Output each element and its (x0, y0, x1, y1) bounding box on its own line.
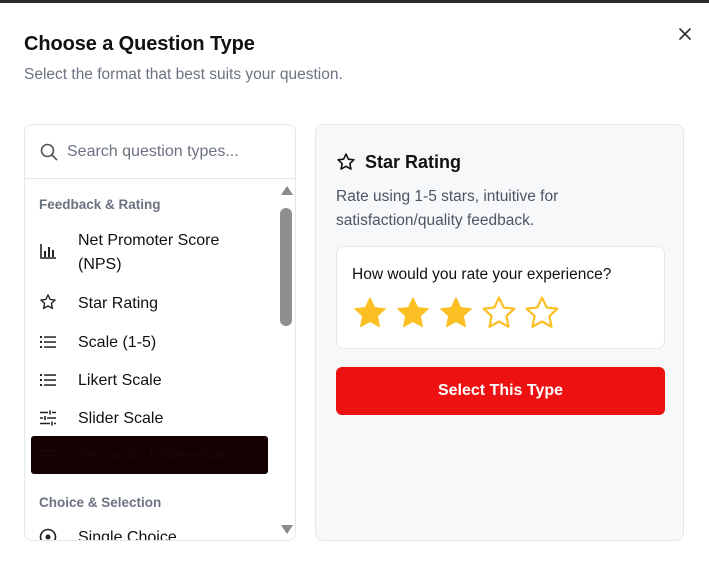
star-outline-icon (40, 294, 56, 310)
list-scrollbar[interactable] (277, 180, 295, 540)
dialog-subtitle: Select the format that best suits your q… (24, 66, 343, 83)
star-filled-icon[interactable] (437, 294, 475, 332)
list-item-nps[interactable]: Net Promoter Score (NPS) (31, 227, 268, 277)
category-heading-choice: Choice & Selection (39, 495, 162, 510)
star-empty-icon[interactable] (480, 294, 518, 332)
close-button[interactable] (676, 25, 694, 43)
star-filled-icon[interactable] (394, 294, 432, 332)
list-item-label: Net Promoter Score (78, 232, 220, 249)
preview-description: Rate using 1-5 stars, intuitive for sati… (336, 188, 559, 229)
category-heading-feedback: Feedback & Rating (39, 197, 161, 212)
list-item-scale[interactable]: Scale (1-5) (31, 329, 268, 357)
list-item-label: Star Rating (78, 295, 159, 312)
list-item-label: Likert Scale (78, 372, 162, 389)
select-type-button[interactable]: Select This Type (336, 367, 665, 415)
scroll-down-arrow-icon[interactable] (281, 525, 293, 534)
search-bar (25, 125, 295, 179)
star-outline-icon (337, 153, 355, 170)
search-input[interactable] (67, 139, 282, 165)
list-icon (40, 449, 56, 456)
dialog-title: Choose a Question Type (24, 33, 255, 55)
list-item-label: (NPS) (78, 256, 122, 273)
list-item-label: Slider Scale (78, 410, 164, 427)
list-item-label: Single Choice (78, 529, 177, 541)
list-item-star-rating[interactable]: Star Rating (31, 290, 268, 318)
scroll-thumb[interactable] (280, 208, 292, 326)
scroll-up-arrow-icon[interactable] (281, 186, 293, 195)
question-type-list: Feedback & Rating Net Promoter Score (NP… (25, 180, 295, 541)
list-item-label: Scale (1-5) (78, 334, 157, 351)
close-icon (679, 28, 691, 40)
list-icon (40, 336, 56, 348)
preview-title: Star Rating (365, 152, 462, 172)
list-item-likert[interactable]: Likert Scale (31, 367, 268, 395)
list-item-slider[interactable]: Slider Scale (31, 405, 268, 433)
sliders-icon (40, 410, 56, 426)
radio-icon (39, 528, 57, 540)
list-item-label: Semantic Differential (78, 447, 226, 464)
question-type-list-panel: Feedback & Rating Net Promoter Score (NP… (24, 124, 296, 541)
question-type-preview-panel: Star Rating Rate using 1-5 stars, intuit… (315, 124, 684, 541)
bar-chart-icon (40, 244, 56, 259)
star-filled-icon[interactable] (351, 294, 389, 332)
preview-question-text: How would you rate your experience? (352, 266, 612, 283)
list-item-single-choice[interactable]: Single Choice (31, 524, 268, 541)
question-type-dialog: Choose a Question Type Select the format… (0, 3, 709, 565)
list-item-semantic-differential[interactable]: Semantic Differential (31, 436, 268, 474)
search-icon (40, 143, 58, 161)
preview-question-card: How would you rate your experience? (336, 246, 665, 349)
list-icon (40, 374, 56, 386)
star-empty-icon[interactable] (523, 294, 561, 332)
